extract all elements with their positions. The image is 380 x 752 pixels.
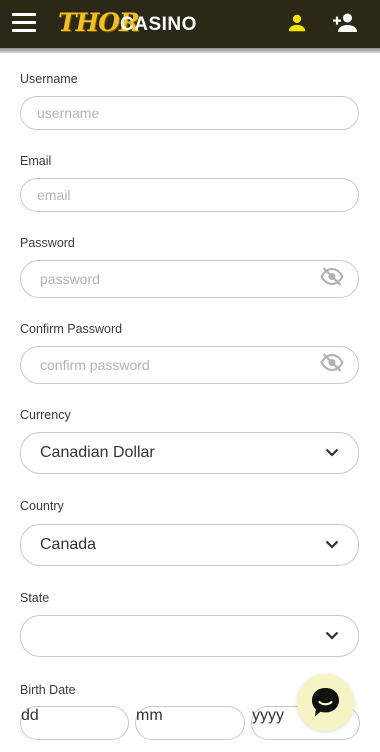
confirm-password-field[interactable]: confirm password [20, 346, 359, 384]
country-select[interactable]: Canada [20, 524, 359, 566]
logo-secondary-text: CASINO [120, 14, 197, 35]
currency-select[interactable]: Canadian Dollar [20, 432, 359, 474]
chevron-down-icon [325, 627, 339, 645]
logo[interactable]: THOR CASINO [58, 8, 208, 40]
username-field[interactable]: username [20, 96, 359, 130]
password-field[interactable]: password [20, 260, 359, 298]
add-user-icon[interactable] [332, 11, 358, 40]
state-label: State [20, 591, 50, 605]
country-value: Canada [40, 536, 97, 553]
username-label: Username [20, 72, 78, 86]
chat-button[interactable] [297, 674, 354, 731]
currency-value: Canadian Dollar [40, 444, 155, 461]
email-label: Email [20, 154, 52, 168]
birth-day-placeholder: dd [21, 707, 39, 724]
email-field[interactable]: email [20, 178, 359, 212]
eye-off-icon[interactable] [320, 353, 344, 378]
top-bar: THOR CASINO [0, 0, 380, 48]
menu-icon[interactable] [12, 13, 36, 33]
confirm-password-label: Confirm Password [20, 322, 123, 336]
confirm-password-placeholder: confirm password [40, 357, 150, 373]
country-label: Country [20, 499, 64, 513]
chevron-down-icon [325, 444, 339, 462]
password-placeholder: password [40, 271, 100, 287]
username-placeholder: username [37, 105, 100, 121]
birth-month-placeholder: mm [136, 707, 163, 724]
email-placeholder: email [37, 187, 71, 203]
chat-bubble-icon [312, 688, 339, 717]
birth-year-placeholder: yyyy [252, 707, 284, 724]
birth-day-field[interactable]: dd [20, 706, 129, 740]
birth-date-label: Birth Date [20, 683, 76, 697]
currency-label: Currency [20, 408, 71, 422]
chevron-down-icon [325, 536, 339, 554]
birth-month-field[interactable]: mm [135, 706, 245, 740]
state-select[interactable] [20, 615, 359, 657]
user-icon[interactable] [286, 12, 308, 39]
eye-off-icon[interactable] [320, 267, 344, 292]
password-label: Password [20, 236, 75, 250]
header-divider [0, 48, 380, 53]
